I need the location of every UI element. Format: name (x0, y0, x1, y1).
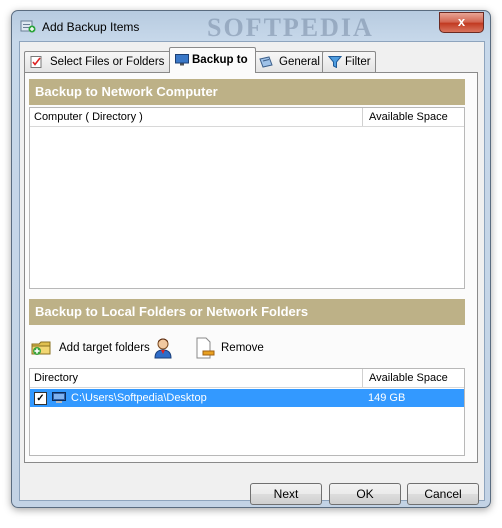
monitor-icon (175, 54, 189, 66)
remove-button[interactable]: Remove (191, 337, 271, 359)
drive-icon (52, 392, 66, 403)
list-header: Directory Available Space (30, 369, 464, 388)
add-network-user-button[interactable] (151, 337, 177, 359)
add-target-folders-label: Add target folders (59, 342, 150, 354)
tab-panel-backup-to: Backup to Network Computer Computer ( Di… (24, 72, 478, 463)
ok-button[interactable]: OK (329, 483, 401, 505)
tab-label: General (279, 56, 320, 68)
add-folder-icon (31, 341, 51, 355)
add-target-folders-button[interactable]: Add target folders (29, 337, 150, 359)
remove-label: Remove (221, 342, 264, 354)
tab-label: Filter (345, 56, 371, 68)
checklist-icon (30, 56, 42, 68)
local-toolbar: Add target folders Remove (29, 335, 465, 363)
column-header-available-space[interactable]: Available Space (362, 369, 448, 387)
table-row[interactable]: ✓ C:\Users\Softpedia\Desktop 149 GB (30, 389, 464, 407)
next-button[interactable]: Next (250, 483, 322, 505)
user-icon (154, 338, 172, 359)
row-directory: C:\Users\Softpedia\Desktop (71, 392, 207, 404)
tab-filter[interactable]: Filter (322, 51, 376, 72)
column-header-computer[interactable]: Computer ( Directory ) (34, 108, 143, 126)
local-folders-list[interactable]: Directory Available Space ✓ C:\Users\Sof… (29, 368, 465, 456)
tab-label: Backup to (192, 54, 248, 66)
close-button[interactable]: x (439, 12, 484, 33)
list-header: Computer ( Directory ) Available Space (30, 108, 464, 127)
row-available-space: 149 GB (368, 392, 406, 404)
dialog-window: Add Backup Items SOFTPEDIA x Select File… (11, 10, 491, 508)
column-header-available-space[interactable]: Available Space (362, 108, 448, 126)
remove-document-icon (196, 337, 215, 359)
network-section-header: Backup to Network Computer (29, 79, 465, 105)
local-section-header: Backup to Local Folders or Network Folde… (29, 299, 465, 325)
tab-backup-to[interactable]: Backup to (169, 47, 256, 73)
filter-icon (328, 56, 342, 68)
title-bar[interactable]: Add Backup Items SOFTPEDIA x (12, 11, 490, 42)
cancel-button[interactable]: Cancel (407, 483, 479, 505)
tab-general[interactable]: General (253, 51, 325, 72)
general-icon (259, 56, 273, 68)
watermark-logo: SOFTPEDIA (207, 13, 374, 42)
column-header-directory[interactable]: Directory (34, 369, 78, 387)
dialog-client-area: Select Files or Folders Backup to Genera… (19, 41, 485, 505)
tab-select-files[interactable]: Select Files or Folders (24, 51, 172, 72)
window-title: Add Backup Items (42, 20, 140, 34)
row-checkbox[interactable]: ✓ (34, 392, 47, 405)
network-computer-list[interactable]: Computer ( Directory ) Available Space (29, 107, 465, 289)
tab-label: Select Files or Folders (50, 56, 165, 68)
app-icon (20, 20, 36, 33)
